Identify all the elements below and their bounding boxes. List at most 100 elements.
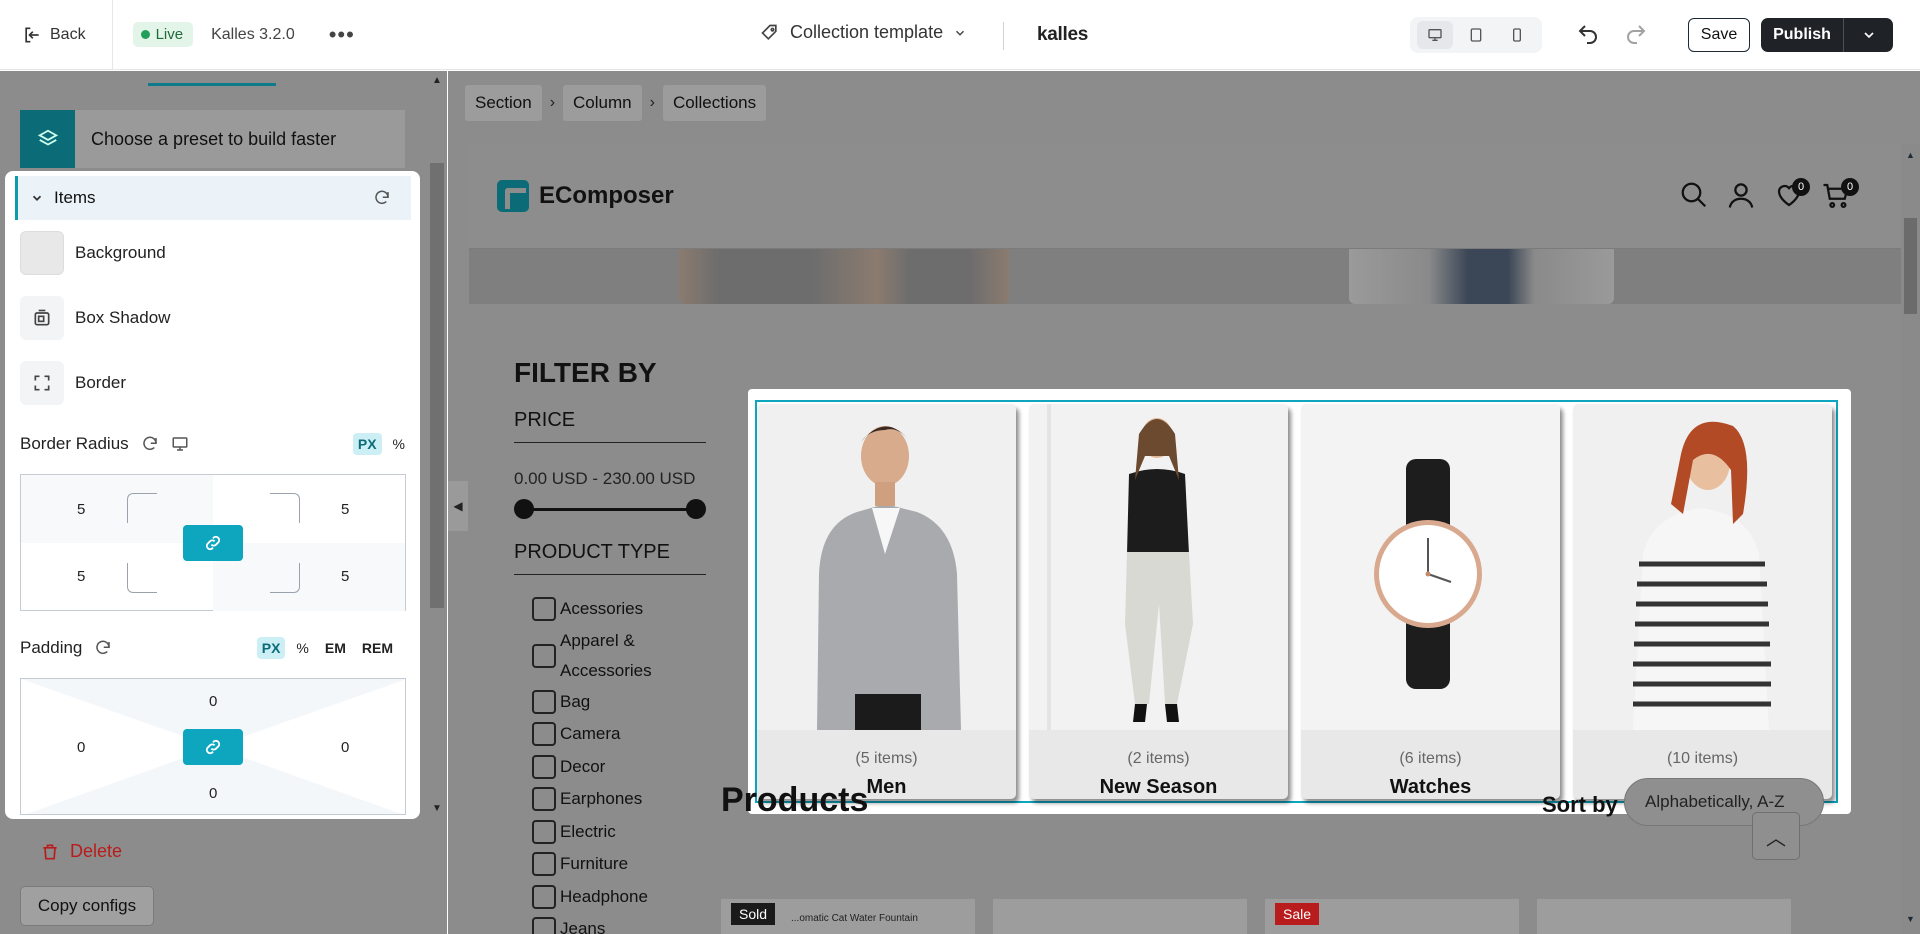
collection-name[interactable]: Watches bbox=[1301, 776, 1560, 799]
unit-px[interactable]: PX bbox=[352, 433, 382, 455]
unit-rem[interactable]: REM bbox=[357, 637, 398, 659]
product-type-option[interactable]: Decor bbox=[532, 752, 605, 782]
checkbox[interactable] bbox=[532, 852, 556, 876]
price-slider-track[interactable] bbox=[524, 508, 696, 511]
product-type-option[interactable]: Acessories bbox=[532, 594, 643, 624]
scrollbar-thumb[interactable] bbox=[1904, 218, 1917, 314]
scroll-up-icon[interactable]: ▲ bbox=[1906, 150, 1915, 160]
desktop-icon[interactable] bbox=[171, 435, 189, 453]
scroll-down-icon[interactable]: ▼ bbox=[432, 803, 442, 814]
background-swatch[interactable] bbox=[20, 231, 64, 275]
padding-top-input[interactable]: 0 bbox=[209, 693, 217, 710]
product-type-filter-label[interactable]: PRODUCT TYPE bbox=[514, 541, 670, 564]
padding-bottom-input[interactable]: 0 bbox=[209, 785, 217, 802]
radius-top-left-input[interactable]: 5 bbox=[77, 501, 85, 518]
radius-bottom-left-input[interactable]: 5 bbox=[77, 568, 85, 585]
search-icon[interactable] bbox=[1679, 180, 1709, 210]
product-type-option[interactable]: Electric bbox=[532, 817, 616, 847]
breadcrumb-section[interactable]: Section bbox=[465, 85, 542, 121]
preview-scrollbar[interactable]: ▲ ▼ bbox=[1901, 144, 1920, 934]
publish-options-button[interactable] bbox=[1843, 18, 1893, 52]
unit-em[interactable]: EM bbox=[320, 637, 351, 659]
breadcrumb-collections[interactable]: Collections bbox=[662, 85, 767, 121]
product-type-option[interactable]: Jeans bbox=[532, 914, 605, 934]
price-slider-max-handle[interactable] bbox=[686, 499, 706, 519]
scrollbar-thumb[interactable] bbox=[430, 163, 444, 608]
live-label: Live bbox=[155, 26, 184, 43]
checkbox[interactable] bbox=[532, 885, 556, 909]
collection-image bbox=[1029, 404, 1288, 730]
mobile-view-button[interactable] bbox=[1499, 21, 1535, 49]
product-type-option[interactable]: Headphone bbox=[532, 882, 648, 912]
product-card[interactable]: Sold ...omatic Cat Water Fountain bbox=[721, 899, 975, 934]
checkbox[interactable] bbox=[532, 820, 556, 844]
collapse-panel-button[interactable]: ◀ bbox=[448, 481, 468, 531]
product-type-option[interactable]: Bag bbox=[532, 687, 590, 717]
unit-percent[interactable]: % bbox=[388, 433, 410, 455]
link-radius-button[interactable] bbox=[183, 525, 243, 561]
copy-configs-button[interactable]: Copy configs bbox=[20, 886, 154, 926]
unit-percent[interactable]: % bbox=[291, 637, 313, 659]
collection-card-watches[interactable]: (6 items) Watches bbox=[1301, 404, 1560, 799]
product-type-option[interactable]: Camera bbox=[532, 719, 620, 749]
template-label: Collection template bbox=[790, 22, 944, 42]
scroll-down-icon[interactable]: ▼ bbox=[1906, 914, 1915, 924]
checkbox[interactable] bbox=[532, 597, 556, 621]
desktop-view-button[interactable] bbox=[1416, 21, 1453, 49]
site-logo[interactable]: EComposer bbox=[497, 180, 674, 212]
publish-button[interactable]: Publish bbox=[1761, 18, 1843, 52]
border-setting[interactable]: Border bbox=[20, 361, 126, 405]
preset-button[interactable]: Choose a preset to build faster bbox=[20, 110, 405, 168]
back-to-top-button[interactable]: ︿ bbox=[1752, 812, 1800, 860]
radius-top-right-input[interactable]: 5 bbox=[341, 501, 349, 518]
unit-px[interactable]: PX bbox=[256, 637, 286, 659]
account-icon[interactable] bbox=[1726, 180, 1756, 210]
checkbox[interactable] bbox=[532, 690, 556, 714]
box-shadow-setting[interactable]: Box Shadow bbox=[20, 296, 170, 340]
product-card[interactable] bbox=[1537, 899, 1791, 934]
save-button[interactable]: Save bbox=[1688, 18, 1750, 52]
radius-bottom-right-input[interactable]: 5 bbox=[341, 568, 349, 585]
price-filter-label[interactable]: PRICE bbox=[514, 409, 575, 432]
redo-icon[interactable] bbox=[1624, 22, 1648, 46]
breadcrumb-column[interactable]: Column bbox=[563, 85, 642, 121]
product-type-option[interactable]: Furniture bbox=[532, 849, 628, 879]
checkbox[interactable] bbox=[532, 644, 556, 668]
product-type-option[interactable]: Apparel & Accessories bbox=[532, 626, 682, 686]
back-button[interactable]: Back bbox=[22, 25, 86, 45]
checkbox[interactable] bbox=[532, 787, 556, 811]
more-options-icon[interactable]: ••• bbox=[329, 23, 355, 46]
template-select[interactable]: Collection template bbox=[760, 22, 967, 43]
checkbox[interactable] bbox=[532, 755, 556, 779]
product-card[interactable]: Sale bbox=[1265, 899, 1519, 934]
collection-card-new-season[interactable]: (2 items) New Season bbox=[1029, 404, 1288, 799]
back-label: Back bbox=[50, 25, 86, 43]
reset-icon[interactable] bbox=[373, 189, 391, 207]
link-padding-button[interactable] bbox=[183, 729, 243, 765]
items-accordion-header[interactable]: Items bbox=[15, 176, 411, 220]
collection-card-women[interactable]: (10 items) Women bbox=[1573, 404, 1832, 799]
scroll-up-icon[interactable]: ▲ bbox=[432, 75, 442, 86]
collection-image bbox=[1301, 404, 1560, 730]
collections-grid: (5 items) Men (2 items) New Season (6 it… bbox=[755, 400, 1838, 803]
tablet-view-button[interactable] bbox=[1458, 21, 1494, 49]
corner-top-left-icon bbox=[127, 493, 157, 523]
padding-right-input[interactable]: 0 bbox=[341, 739, 349, 756]
collection-name[interactable]: New Season bbox=[1029, 776, 1288, 799]
reset-icon[interactable] bbox=[141, 435, 159, 453]
back-icon bbox=[25, 27, 39, 42]
checkbox[interactable] bbox=[532, 722, 556, 746]
reset-icon[interactable] bbox=[94, 639, 112, 657]
product-type-option[interactable]: Earphones bbox=[532, 784, 642, 814]
collections-list-selected[interactable]: (5 items) Men (2 items) New Season (6 it… bbox=[748, 389, 1851, 814]
panel-scrollbar[interactable]: ▲ ▼ bbox=[428, 71, 447, 821]
checkbox[interactable] bbox=[532, 917, 556, 934]
padding-left-input[interactable]: 0 bbox=[77, 739, 85, 756]
hero-banner-image bbox=[469, 249, 1920, 304]
product-card[interactable] bbox=[993, 899, 1247, 934]
price-slider-min-handle[interactable] bbox=[514, 499, 534, 519]
collection-card-men[interactable]: (5 items) Men bbox=[757, 404, 1016, 799]
undo-icon[interactable] bbox=[1576, 22, 1600, 46]
background-setting[interactable]: Background bbox=[20, 231, 166, 275]
delete-button[interactable]: Delete bbox=[40, 841, 122, 862]
